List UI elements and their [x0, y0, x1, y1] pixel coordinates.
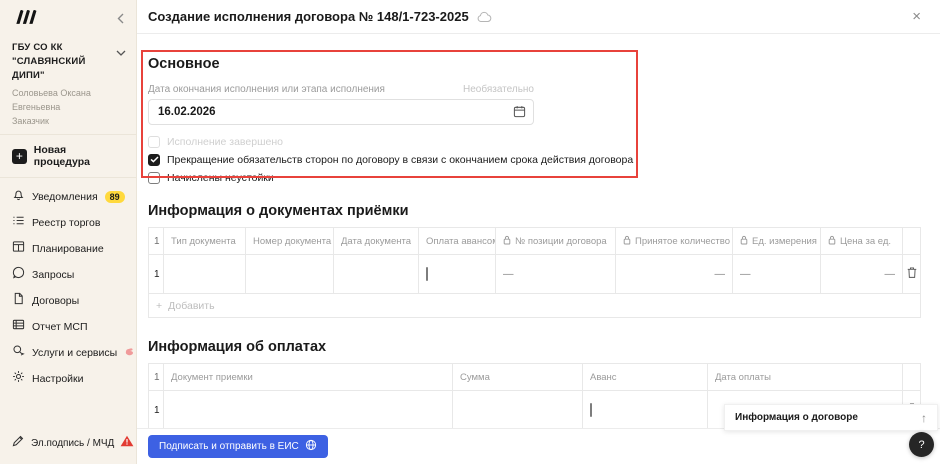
services-icon	[12, 344, 25, 362]
doc-type-cell[interactable]	[163, 254, 246, 294]
org-selector[interactable]: ГБУ СО КК "СЛАВЯНСКИЙ ДИПИ" Соловьева Ок…	[0, 33, 136, 136]
signature-section[interactable]: Эл.подпись / МЧД	[0, 422, 136, 464]
checkbox-icon[interactable]	[426, 267, 428, 281]
add-row-label: Добавить	[168, 299, 215, 312]
lock-icon	[828, 235, 836, 248]
delete-row-button[interactable]	[902, 254, 921, 294]
plus-icon: +	[156, 299, 163, 312]
app-window: ГБУ СО КК "СЛАВЯНСКИЙ ДИПИ" Соловьева Ок…	[0, 0, 940, 464]
basic-checkboxes: Исполнение завершено Прекращение обязате…	[148, 134, 921, 185]
action-footer: Подписать и отправить в ЕИС	[137, 428, 940, 464]
section-basic-title: Основное	[148, 56, 220, 72]
plus-icon: +	[12, 148, 27, 164]
document-icon	[12, 292, 25, 310]
arrow-up-icon: ↑	[921, 410, 927, 425]
bell-icon	[12, 188, 25, 206]
contract-info-panel[interactable]: Информация о договоре ↑	[724, 404, 938, 431]
advance-cell[interactable]	[582, 390, 708, 428]
lock-icon	[623, 235, 631, 248]
page-header: Создание исполнения договора № 148/1-723…	[137, 0, 940, 34]
unit-price-cell: —	[820, 254, 903, 294]
user-role: Заказчик	[12, 116, 49, 127]
warning-icon	[120, 434, 134, 452]
checkbox-obligations-terminated[interactable]: Прекращение обязательств сторон по догов…	[148, 152, 921, 167]
acceptance-table: 1 Тип документа Номер документа Дата док…	[148, 227, 921, 318]
contract-position-cell: —	[495, 254, 616, 294]
payments-table-title: Информация об оплатах	[148, 339, 327, 355]
sidebar: ГБУ СО КК "СЛАВЯНСКИЙ ДИПИ" Соловьева Ок…	[0, 0, 137, 464]
sidebar-collapse-button[interactable]	[117, 13, 124, 26]
registry-icon	[12, 214, 25, 232]
page-title: Создание исполнения договора № 148/1-723…	[148, 9, 469, 24]
calendar-icon[interactable]	[513, 105, 526, 123]
report-icon	[12, 318, 25, 336]
acceptance-doc-cell[interactable]	[163, 390, 453, 428]
acceptance-data-row: 1 — — — —	[148, 254, 921, 294]
accepted-quantity-cell: —	[615, 254, 733, 294]
sign-and-send-button[interactable]: Подписать и отправить в ЕИС	[148, 435, 328, 458]
advance-payment-cell[interactable]	[418, 254, 496, 294]
sidebar-item-services[interactable]: Услуги и сервисы	[0, 340, 136, 366]
section-basic: Основное Дата окончания исполнения или э…	[148, 56, 921, 185]
acceptance-header-row: 1 Тип документа Номер документа Дата док…	[148, 227, 921, 255]
sidebar-item-contracts[interactable]: Договоры	[0, 288, 136, 314]
doc-number-cell[interactable]	[245, 254, 334, 294]
org-name: ГБУ СО КК "СЛАВЯНСКИЙ ДИПИ"	[12, 42, 86, 81]
date-input[interactable]	[148, 99, 534, 125]
new-procedure-button[interactable]: + Новая процедура	[0, 135, 136, 179]
date-field-group: Дата окончания исполнения или этапа испо…	[148, 84, 534, 125]
sidebar-nav: Уведомления 89 Реестр торгов Планировани…	[0, 178, 136, 398]
contract-info-label: Информация о договоре	[735, 412, 858, 423]
help-button[interactable]: ?	[909, 432, 934, 457]
acceptance-add-row[interactable]: + Добавить	[148, 293, 921, 318]
sidebar-item-planning[interactable]: Планирование	[0, 236, 136, 262]
acceptance-table-title: Информация о документах приёмки	[148, 203, 409, 219]
doc-date-cell[interactable]	[333, 254, 419, 294]
planning-icon	[12, 240, 25, 258]
gear-icon	[12, 370, 25, 388]
sidebar-item-msp-report[interactable]: Отчет МСП	[0, 314, 136, 340]
chevron-down-icon	[116, 43, 126, 61]
lock-icon	[503, 235, 511, 248]
checkbox-penalties-accrued[interactable]: Начислены неустойки	[148, 170, 921, 185]
unit-cell: —	[732, 254, 821, 294]
sidebar-item-settings[interactable]: Настройки	[0, 366, 136, 392]
user-name: Соловьева Оксана Евгеньевна	[12, 88, 91, 112]
globe-icon	[305, 439, 317, 454]
sidebar-item-notifications[interactable]: Уведомления 89	[0, 184, 136, 210]
amount-cell[interactable]	[452, 390, 583, 428]
page-content: Основное Дата окончания исполнения или э…	[137, 34, 940, 428]
pen-icon	[12, 434, 25, 452]
close-icon[interactable]: ×	[906, 7, 927, 26]
payments-header-row: 1 Документ приемки Сумма Аванс Дата опла…	[148, 363, 921, 391]
optional-hint: Необязательно	[462, 84, 534, 95]
notifications-badge: 89	[104, 191, 125, 204]
lock-icon	[740, 235, 748, 248]
checkbox-execution-complete: Исполнение завершено	[148, 134, 921, 149]
main-area: Создание исполнения договора № 148/1-723…	[137, 0, 940, 464]
signature-label: Эл.подпись / МЧД	[31, 437, 115, 449]
date-field-label: Дата окончания исполнения или этапа испо…	[148, 84, 385, 95]
sidebar-item-registry[interactable]: Реестр торгов	[0, 210, 136, 236]
checkbox-checked-icon[interactable]	[148, 153, 160, 166]
hand-icon	[124, 344, 135, 362]
sidebar-item-requests[interactable]: Запросы	[0, 262, 136, 288]
chat-icon	[12, 266, 25, 284]
question-icon: ?	[918, 438, 925, 451]
checkbox-icon[interactable]	[148, 171, 160, 184]
checkbox-icon[interactable]	[590, 403, 592, 417]
cloud-icon	[477, 11, 492, 23]
checkbox-icon	[148, 135, 160, 148]
app-logo-icon	[12, 9, 38, 29]
section-acceptance-docs: Информация о документах приёмки 1 Тип до…	[148, 203, 921, 318]
new-procedure-label: Новая процедура	[33, 144, 91, 169]
